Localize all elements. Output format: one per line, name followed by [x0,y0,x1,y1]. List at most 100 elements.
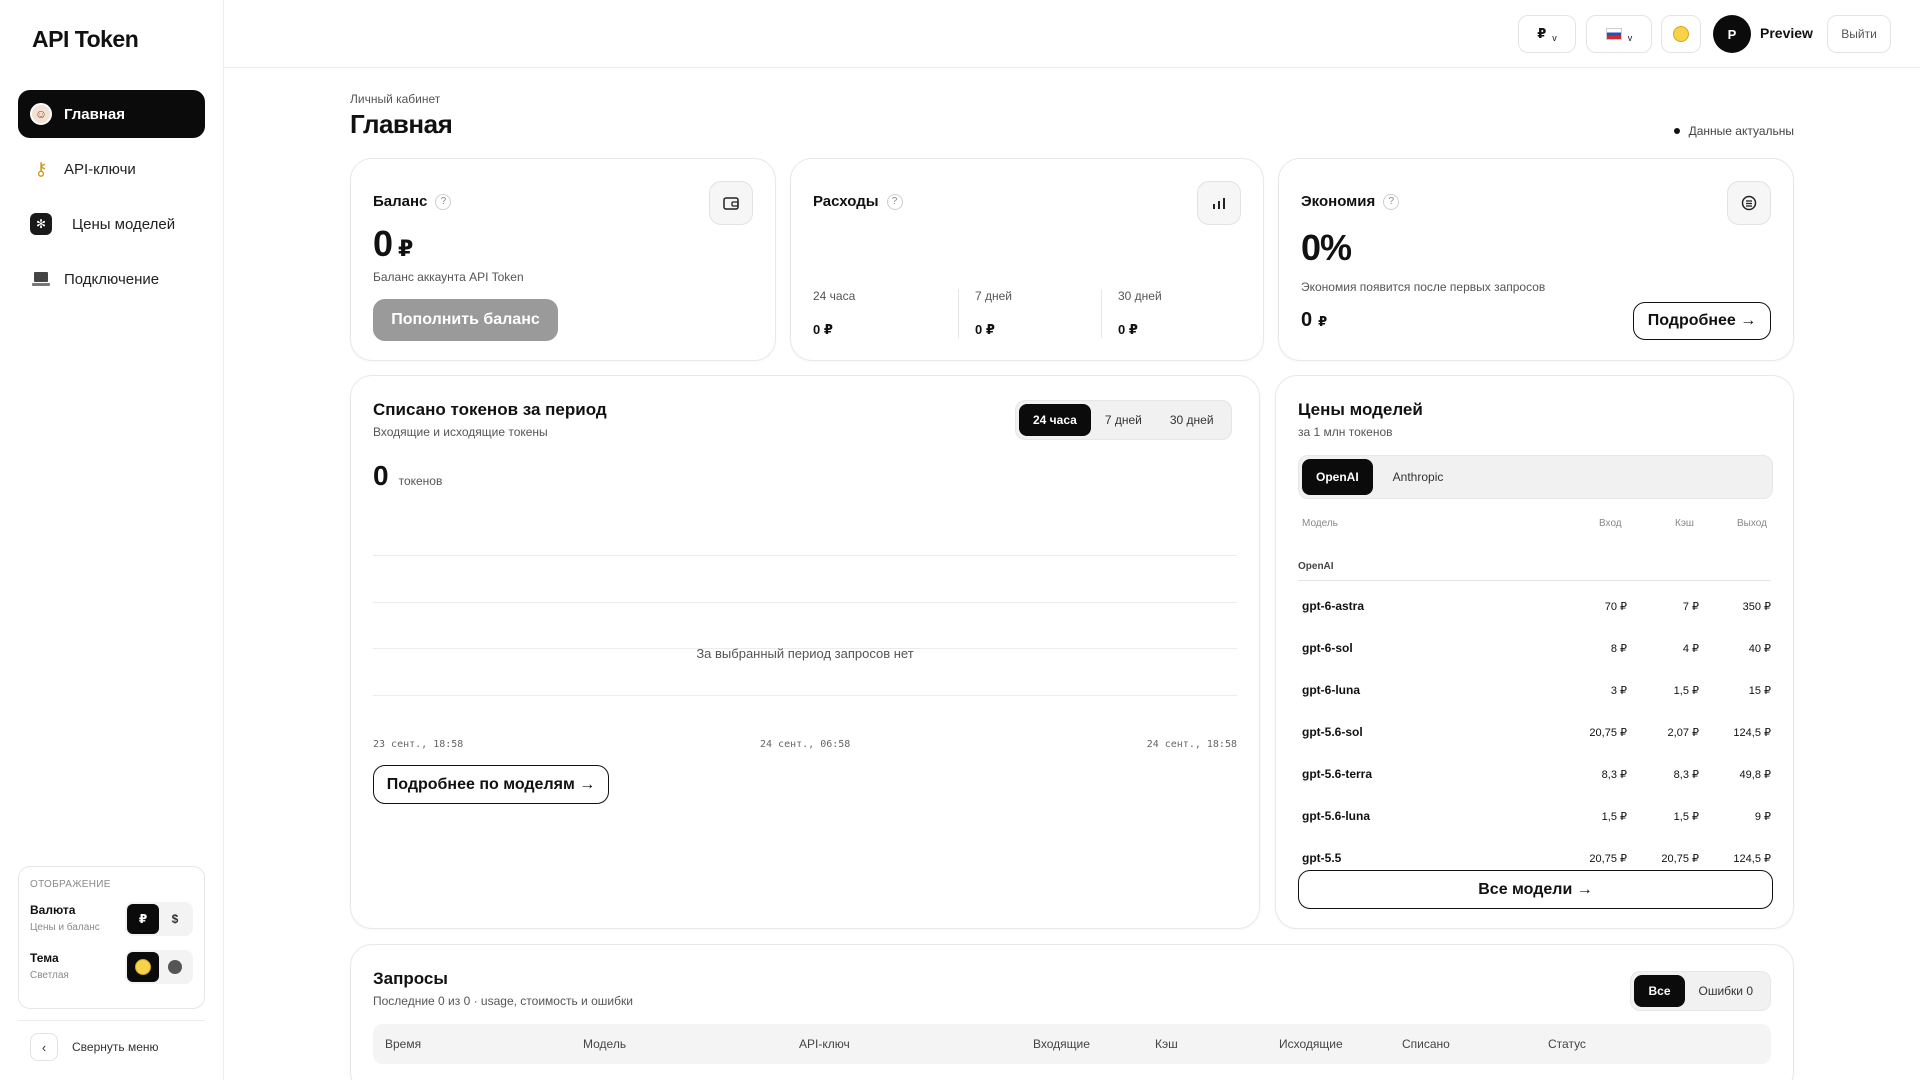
col-cache: Кэш [1155,1037,1178,1051]
chart-gridline [373,555,1237,556]
data-status: Данные актуальны [1673,124,1794,138]
chart-gridline [373,602,1237,603]
currency-switch: ₽ $ [125,902,193,936]
model-details-button[interactable]: Подробнее по моделям → [373,765,609,804]
page-title: Главная [350,109,453,139]
tab-7d[interactable]: 7 дней [1091,404,1156,436]
tab-anthropic[interactable]: Anthropic [1373,459,1464,495]
moon-icon [168,960,182,974]
expenses-title: Расходы? [813,193,903,210]
balance-value: 0 ₽ [373,223,413,264]
table-row[interactable]: gpt-5.5 20,75 ₽20,75 ₽124,5 ₽ [1298,848,1771,868]
tab-openai[interactable]: OpenAI [1302,459,1373,495]
chart-button[interactable] [1197,181,1241,225]
sidebar-item-api-keys[interactable]: ⚷ API-ключи [18,145,205,193]
table-row[interactable]: gpt-5.6-luna 1,5 ₽1,5 ₽9 ₽ [1298,806,1771,826]
x-axis-label: 24 сент., 06:58 [760,739,851,750]
chevron-left-icon[interactable]: ‹ [30,1033,58,1061]
savings-details-button[interactable]: Подробнее → [1633,302,1771,340]
topbar: ₽ v v P Preview Выйти [224,0,1920,68]
table-row[interactable]: gpt-6-luna 3 ₽1,5 ₽15 ₽ [1298,680,1771,700]
expenses-period-label: 7 дней [975,289,1013,303]
col-model: Модель [1302,518,1338,529]
russia-flag-icon [1605,28,1622,40]
prices-subtitle: за 1 млн токенов [1298,425,1393,439]
theme-dark-option[interactable] [159,952,191,982]
all-models-button[interactable]: Все модели → [1298,870,1773,909]
help-icon[interactable]: ? [435,193,452,210]
status-dot-icon [1673,128,1680,134]
currency-symbol: ₽ [1537,26,1547,41]
laptop-icon [30,268,52,290]
data-status-label: Данные актуальны [1688,124,1794,138]
col-model: Модель [583,1037,627,1051]
table-row[interactable]: gpt-5.6-terra 8,3 ₽8,3 ₽49,8 ₽ [1298,764,1771,784]
theme-light-option[interactable] [127,952,159,982]
savings-percent: 0% [1301,227,1352,268]
coin-icon [1741,195,1757,211]
requests-card: Запросы Последние 0 из 0 · usage, стоимо… [350,944,1794,1080]
balance-card: Баланс? 0 ₽ Баланс аккаунта API Token Поп… [350,158,776,361]
help-icon[interactable]: ? [886,193,903,210]
user-avatar[interactable]: P [1713,15,1751,53]
top-up-button[interactable]: Пополнить баланс [373,299,558,341]
x-axis-label: 23 сент., 18:58 [373,739,464,750]
collapse-label: Свернуть меню [72,1040,159,1054]
table-row[interactable]: gpt-5.6-sol 20,75 ₽2,07 ₽124,5 ₽ [1298,722,1771,742]
tokens-unit: токенов [398,474,443,488]
savings-button[interactable] [1727,181,1771,225]
currency-label: Валюта [30,903,76,917]
tab-24h[interactable]: 24 часа [1019,404,1091,436]
filter-all[interactable]: Все [1634,975,1685,1007]
expenses-period: 24 часа 0 ₽ [813,289,958,338]
expenses-period-value: 0 ₽ [1118,322,1138,337]
table-row[interactable]: gpt-6-astra 70 ₽7 ₽350 ₽ [1298,596,1771,616]
currency-usd-option[interactable]: $ [159,904,191,934]
col-cache: Кэш [1675,518,1694,529]
tab-30d[interactable]: 30 дней [1156,404,1228,436]
breadcrumb[interactable]: Личный кабинет [350,92,440,106]
collapse-menu[interactable]: ‹ Свернуть меню [18,1020,205,1061]
theme-toggle-button[interactable] [1661,15,1701,53]
brand-logo[interactable]: API Token [32,26,139,53]
requests-subtitle: Последние 0 из 0 · usage, стоимость и ош… [373,994,633,1008]
language-dropdown[interactable]: v [1586,15,1652,53]
col-outgoing: Исходящие [1279,1037,1343,1051]
user-name[interactable]: Preview [1760,25,1813,41]
chart-gridline [373,695,1237,696]
currency-setting: Валюта Цены и баланс ₽ $ [30,902,193,936]
display-settings: ОТОБРАЖЕНИЕ Валюта Цены и баланс ₽ $ Тем… [18,866,205,1009]
filter-errors[interactable]: Ошибки 0 [1685,975,1768,1007]
openai-logo-icon: ✻ [30,213,52,235]
theme-sub: Светлая [30,970,69,981]
sidebar-item-home[interactable]: ☺ Главная [18,90,205,138]
tokens-total: 0 токенов [373,460,442,492]
help-icon[interactable]: ? [1383,193,1400,210]
currency-dropdown[interactable]: ₽ v [1518,15,1576,53]
requests-table-header: Время Модель API-ключ Входящие Кэш Исход… [373,1024,1771,1064]
savings-subtitle: Экономия появится после первых запросов [1301,280,1546,294]
sidebar-nav: ☺ Главная ⚷ API-ключи ✻ Цены моделей Под… [18,90,205,310]
theme-setting: Тема Светлая [30,950,193,984]
wallet-button[interactable] [709,181,753,225]
period-tabs: 24 часа 7 дней 30 дней [1015,400,1232,440]
savings-amount: 0 ₽ [1301,309,1328,331]
balance-title: Баланс? [373,193,452,210]
expenses-period: 30 дней 0 ₽ [1101,289,1241,338]
sidebar-item-model-prices[interactable]: ✻ Цены моделей [18,200,205,248]
key-icon: ⚷ [34,158,48,179]
tokens-card: Списано токенов за период Входящие и исх… [350,375,1260,929]
bar-chart-icon [1213,198,1225,209]
currency-rub-option[interactable]: ₽ [127,904,159,934]
expenses-period: 7 дней 0 ₽ [958,289,1101,338]
logout-button[interactable]: Выйти [1827,15,1891,53]
tokens-title: Списано токенов за период [373,400,607,419]
sidebar-item-connection[interactable]: Подключение [18,255,205,303]
sidebar: API Token ☺ Главная ⚷ API-ключи ✻ Цены м… [0,0,224,1080]
table-row[interactable]: gpt-6-sol 8 ₽4 ₽40 ₽ [1298,638,1771,658]
expenses-periods: 24 часа 0 ₽ 7 дней 0 ₽ 30 дней 0 ₽ [813,289,1241,338]
col-input: Вход [1599,518,1622,529]
tokens-subtitle: Входящие и исходящие токены [373,425,548,439]
col-api-key: API-ключ [799,1037,850,1051]
model-prices-card: Цены моделей за 1 млн токенов OpenAI Ant… [1275,375,1794,929]
